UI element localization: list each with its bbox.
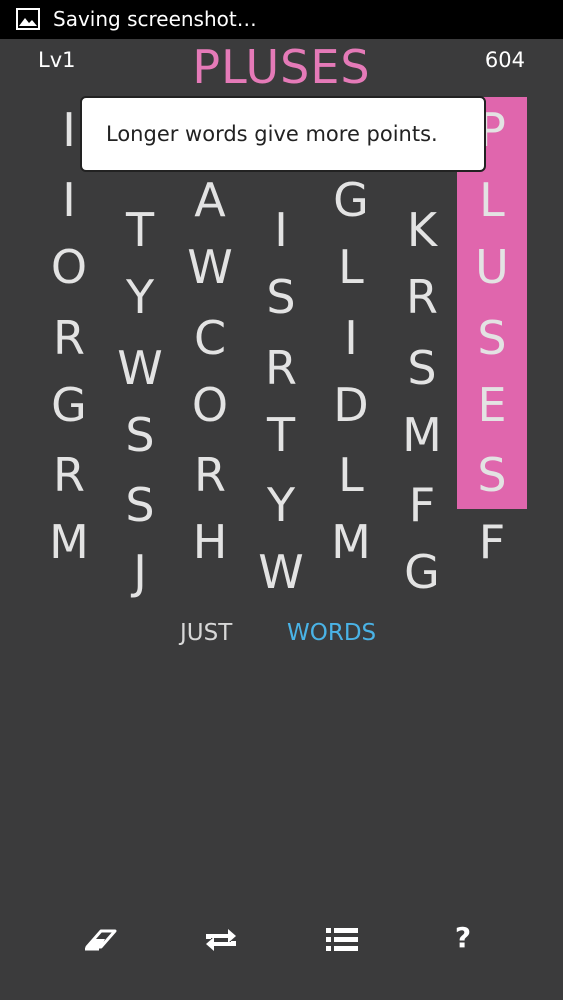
- help-icon: ?: [454, 921, 472, 954]
- letter-tile[interactable]: M: [321, 516, 381, 568]
- letter-tile[interactable]: R: [251, 342, 311, 394]
- shuffle-button[interactable]: [196, 915, 246, 965]
- letter-tile[interactable]: L: [321, 449, 381, 501]
- found-words: JUST WORDS: [0, 620, 563, 654]
- letter-tile[interactable]: S: [462, 312, 522, 364]
- letter-tile[interactable]: H: [180, 516, 240, 568]
- letter-tile[interactable]: S: [110, 479, 170, 531]
- letter-tile[interactable]: E: [462, 379, 522, 431]
- letter-tile[interactable]: O: [39, 241, 99, 293]
- found-word: JUST: [180, 620, 233, 646]
- letter-tile[interactable]: M: [392, 409, 452, 461]
- letter-tile[interactable]: L: [462, 174, 522, 226]
- eraser-button[interactable]: [75, 915, 125, 965]
- letter-tile[interactable]: C: [180, 312, 240, 364]
- current-word: WORDS: [287, 620, 377, 646]
- letter-tile[interactable]: Y: [110, 271, 170, 323]
- letter-tile[interactable]: W: [251, 546, 311, 598]
- letter-tile[interactable]: W: [110, 342, 170, 394]
- letter-tile[interactable]: S: [110, 409, 170, 461]
- letter-tile[interactable]: G: [392, 546, 452, 598]
- letter-tile[interactable]: F: [392, 479, 452, 531]
- letter-tile[interactable]: R: [39, 449, 99, 501]
- letter-tile[interactable]: L: [321, 241, 381, 293]
- letter-tile[interactable]: K: [392, 204, 452, 256]
- letter-tile[interactable]: I: [251, 204, 311, 256]
- letter-tile[interactable]: U: [462, 241, 522, 293]
- letter-tile[interactable]: G: [321, 174, 381, 226]
- letter-tile[interactable]: A: [180, 174, 240, 226]
- repeat-icon: [196, 925, 246, 955]
- letter-tile[interactable]: R: [39, 312, 99, 364]
- letter-grid: IIORGRMTYWSSJAWCORHISRTYWGLIDLMKRSMFGPLU…: [0, 0, 563, 620]
- letter-tile[interactable]: W: [180, 241, 240, 293]
- letter-tile[interactable]: I: [321, 312, 381, 364]
- letter-tile[interactable]: S: [251, 271, 311, 323]
- letter-tile[interactable]: R: [180, 449, 240, 501]
- letter-tile[interactable]: D: [321, 379, 381, 431]
- word-list-button[interactable]: [317, 915, 367, 965]
- letter-tile[interactable]: S: [462, 449, 522, 501]
- bottom-toolbar: ?: [0, 915, 563, 965]
- hint-tooltip[interactable]: Longer words give more points.: [80, 96, 486, 172]
- letter-tile[interactable]: S: [392, 342, 452, 394]
- letter-tile[interactable]: I: [39, 174, 99, 226]
- letter-tile[interactable]: O: [180, 379, 240, 431]
- letter-tile[interactable]: J: [110, 546, 170, 598]
- letter-tile[interactable]: T: [110, 204, 170, 256]
- letter-tile[interactable]: F: [462, 516, 522, 568]
- eraser-icon: [75, 925, 125, 955]
- letter-tile[interactable]: M: [39, 516, 99, 568]
- letter-tile[interactable]: Y: [251, 479, 311, 531]
- letter-tile[interactable]: T: [251, 409, 311, 461]
- letter-tile[interactable]: R: [392, 271, 452, 323]
- letter-tile[interactable]: G: [39, 379, 99, 431]
- hint-text: Longer words give more points.: [106, 122, 438, 146]
- help-button[interactable]: ?: [438, 915, 488, 965]
- list-icon: [317, 925, 367, 955]
